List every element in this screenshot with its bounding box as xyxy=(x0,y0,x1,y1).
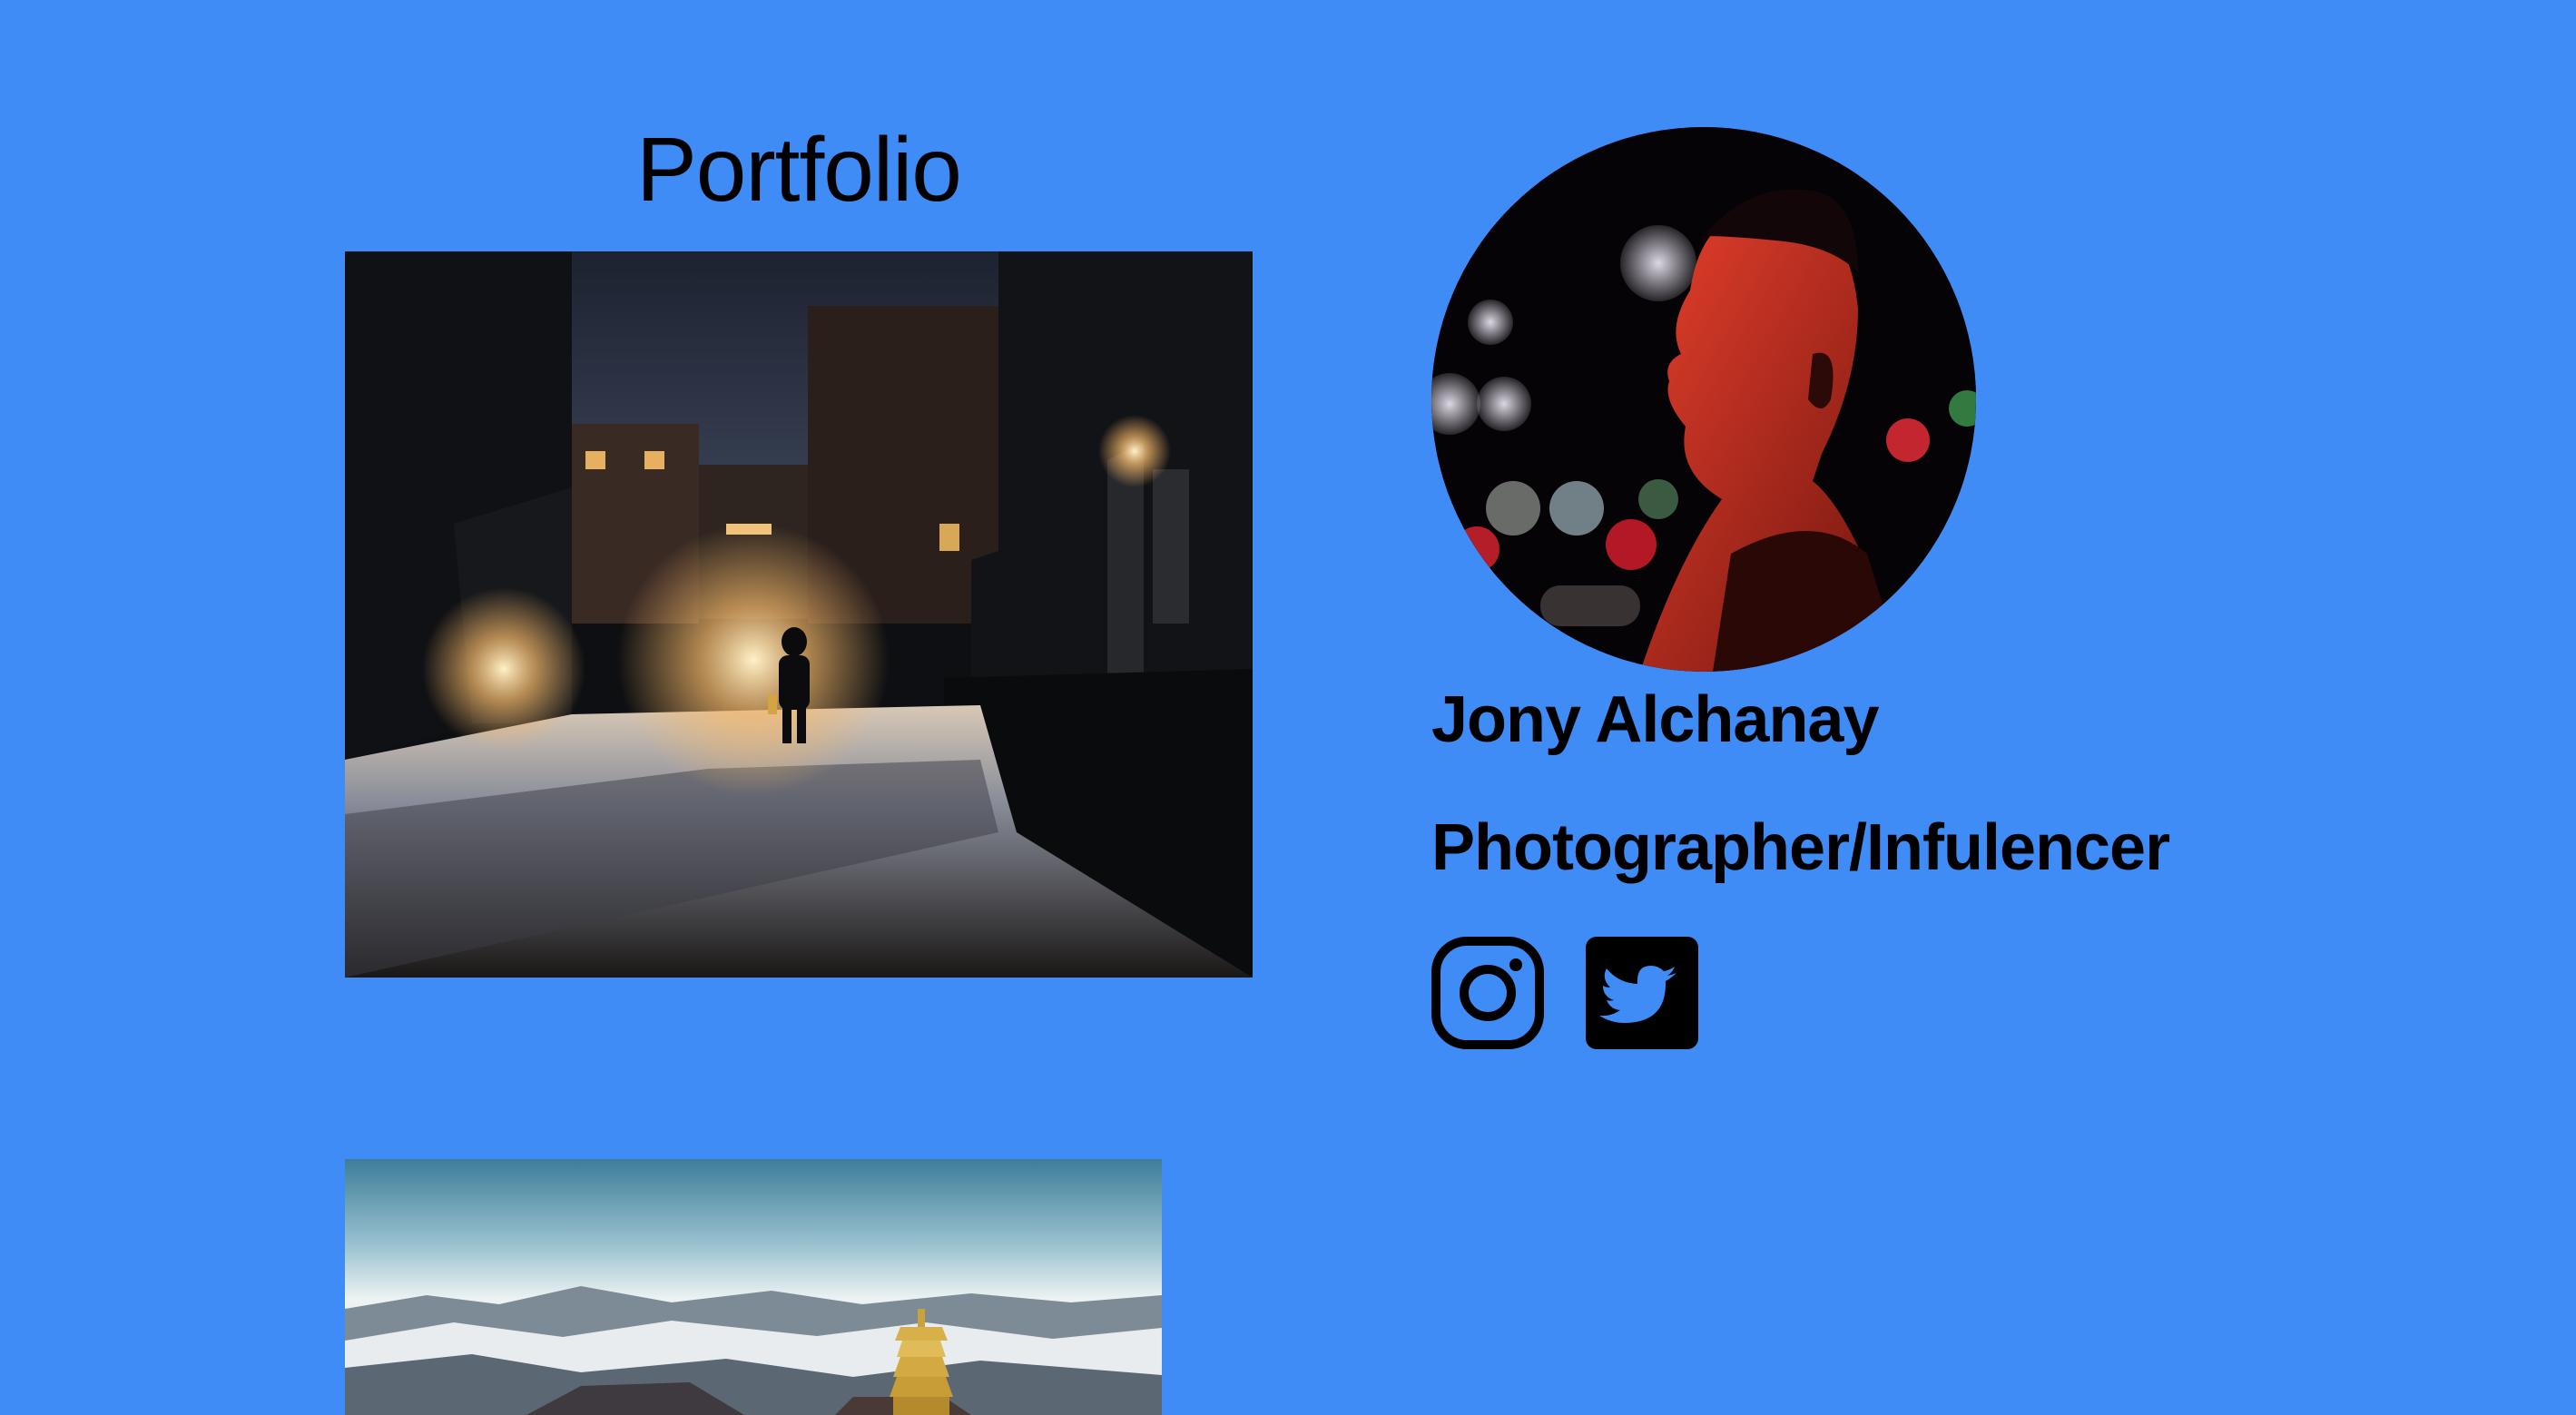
profile-avatar xyxy=(1431,127,1976,672)
portfolio-photo-mountain-pagoda[interactable] xyxy=(345,1159,1162,1415)
twitter-icon xyxy=(1586,937,1698,1049)
instagram-icon xyxy=(1431,937,1544,1049)
mountain-pagoda-image xyxy=(345,1159,1162,1415)
page-title: Portfolio xyxy=(636,119,962,221)
night-alley-image xyxy=(345,251,1253,978)
instagram-link[interactable] xyxy=(1431,937,1544,1049)
portfolio-photo-night-alley[interactable] xyxy=(345,251,1253,978)
profile-role: Photographer/Infulencer xyxy=(1431,811,2170,884)
portrait-photo xyxy=(1431,127,1976,672)
twitter-link[interactable] xyxy=(1586,937,1698,1049)
profile-name: Jony Alchanay xyxy=(1431,683,1880,756)
portfolio-page: Portfolio Jony Alchanay Photographer/Inf… xyxy=(0,0,2576,1415)
